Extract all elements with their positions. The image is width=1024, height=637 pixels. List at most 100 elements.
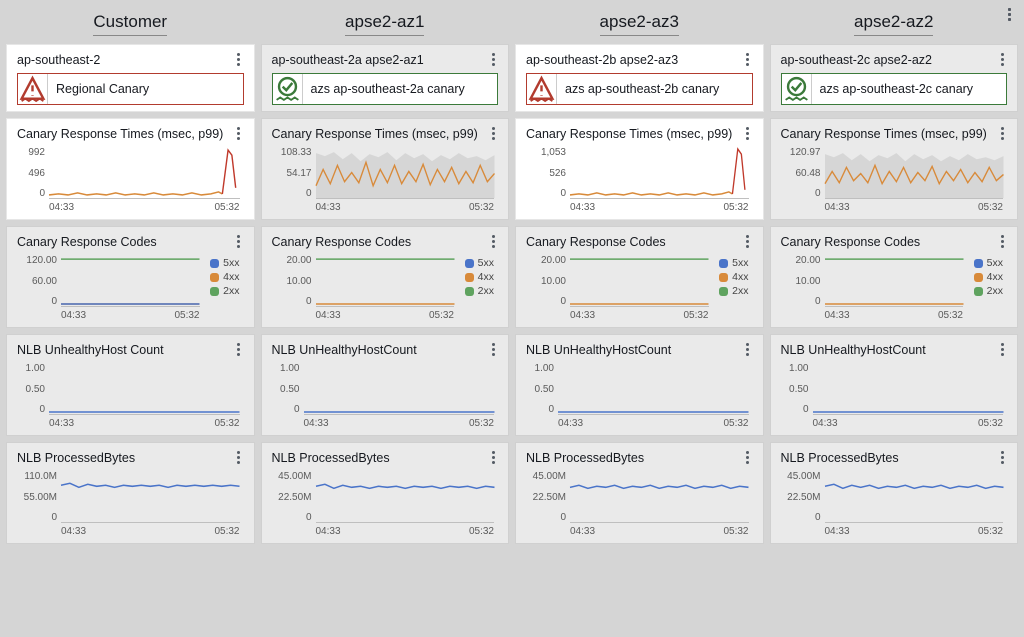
chart[interactable]: 45.00M22.50M0 04:3305:32 (781, 471, 1008, 537)
y-tick: 45.00M (272, 471, 312, 482)
chart[interactable]: 1.000.500 04:3305:32 (272, 363, 499, 429)
kebab-icon[interactable] (995, 450, 1009, 464)
chart[interactable]: 20.0010.000 5xx 4xx 2xx 04:3305:32 (781, 255, 1008, 321)
x-tick: 04:33 (570, 526, 595, 537)
y-tick: 20.00 (272, 255, 312, 266)
chart-panel-response-times: Canary Response Times (msec, p99) 992496… (6, 118, 255, 220)
kebab-icon[interactable] (486, 126, 500, 140)
y-tick: 60.48 (781, 168, 821, 179)
legend-swatch-icon (210, 273, 219, 282)
x-tick: 05:32 (214, 526, 239, 537)
kebab-icon[interactable] (995, 52, 1009, 66)
chart[interactable]: 45.00M22.50M0 04:3305:32 (526, 471, 753, 537)
y-tick: 22.50M (272, 492, 312, 503)
kebab-icon[interactable] (741, 126, 755, 140)
chart-panel-unhealthy: NLB UnhealthyHost Count 1.000.500 04:330… (6, 334, 255, 436)
x-tick: 05:32 (978, 418, 1003, 429)
x-tick: 05:32 (723, 202, 748, 213)
kebab-icon[interactable] (486, 52, 500, 66)
x-tick: 04:33 (825, 310, 850, 321)
chart[interactable]: 120.9760.480 04:3305:32 (781, 147, 1008, 213)
status-panel: ap-southeast-2 Regional Canary (6, 44, 255, 112)
panel-title: ap-southeast-2c apse2-az2 (781, 53, 1008, 67)
legend-label: 5xx (987, 257, 1003, 269)
x-tick: 04:33 (316, 310, 341, 321)
chart[interactable]: 120.0060.000 5xx 4xx 2xx 04:3305:32 (17, 255, 244, 321)
chart-panel-bytes: NLB ProcessedBytes 45.00M22.50M0 04:3305… (515, 442, 764, 544)
kebab-icon[interactable] (232, 52, 246, 66)
chart[interactable]: 20.0010.000 5xx 4xx 2xx 04:3305:32 (526, 255, 753, 321)
chart-panel-unhealthy: NLB UnHealthyHostCount 1.000.500 04:3305… (261, 334, 510, 436)
chart[interactable]: 20.0010.000 5xx 4xx 2xx 04:3305:32 (272, 255, 499, 321)
status-box[interactable]: azs ap-southeast-2b canary (526, 73, 753, 105)
kebab-icon[interactable] (486, 450, 500, 464)
x-tick: 05:32 (723, 418, 748, 429)
legend-swatch-icon (719, 259, 728, 268)
chart[interactable]: 1.000.500 04:3305:32 (17, 363, 244, 429)
legend-label: 5xx (478, 257, 494, 269)
kebab-icon[interactable] (995, 342, 1009, 356)
kebab-icon[interactable] (232, 234, 246, 248)
kebab-icon[interactable] (232, 450, 246, 464)
kebab-icon[interactable] (232, 126, 246, 140)
y-tick: 54.17 (272, 168, 312, 179)
x-tick: 05:32 (978, 202, 1003, 213)
panel-title: Canary Response Codes (272, 235, 499, 249)
status-label: Regional Canary (48, 74, 243, 104)
status-box[interactable]: azs ap-southeast-2a canary (272, 73, 499, 105)
kebab-icon[interactable] (995, 234, 1009, 248)
panel-title: Canary Response Times (msec, p99) (526, 127, 753, 141)
kebab-icon[interactable] (741, 342, 755, 356)
y-tick: 10.00 (781, 276, 821, 287)
column-title: apse2-az1 (345, 12, 424, 36)
y-tick: 0 (781, 188, 821, 199)
chart-panel-bytes: NLB ProcessedBytes 45.00M22.50M0 04:3305… (770, 442, 1019, 544)
status-label: azs ap-southeast-2c canary (812, 74, 1007, 104)
chart[interactable]: 108.3354.170 04:3305:32 (272, 147, 499, 213)
chart[interactable]: 9924960 04:3305:32 (17, 147, 244, 213)
status-box[interactable]: azs ap-southeast-2c canary (781, 73, 1008, 105)
x-tick: 04:33 (316, 202, 341, 213)
panel-title: Canary Response Times (msec, p99) (781, 127, 1008, 141)
panel-title: NLB ProcessedBytes (781, 451, 1008, 465)
kebab-icon[interactable] (741, 450, 755, 464)
panel-title: NLB UnHealthyHostCount (526, 343, 753, 357)
y-tick: 10.00 (272, 276, 312, 287)
status-box[interactable]: Regional Canary (17, 73, 244, 105)
legend-swatch-icon (465, 259, 474, 268)
legend-label: 4xx (223, 271, 239, 283)
y-tick: 1.00 (526, 363, 554, 374)
x-tick: 04:33 (316, 526, 341, 537)
panel-title: NLB ProcessedBytes (272, 451, 499, 465)
legend-label: 4xx (987, 271, 1003, 283)
legend-label: 5xx (223, 257, 239, 269)
chart-panel-response-codes: Canary Response Codes 120.0060.000 5xx 4… (6, 226, 255, 328)
x-tick: 04:33 (570, 202, 595, 213)
chart[interactable]: 1,0535260 04:3305:32 (526, 147, 753, 213)
x-tick: 05:32 (469, 202, 494, 213)
chart[interactable]: 1.000.500 04:3305:32 (526, 363, 753, 429)
x-tick: 05:32 (683, 310, 708, 321)
chart[interactable]: 1.000.500 04:3305:32 (781, 363, 1008, 429)
kebab-icon[interactable] (741, 234, 755, 248)
y-tick: 0.50 (272, 384, 300, 395)
kebab-icon[interactable] (232, 342, 246, 356)
kebab-icon[interactable] (1002, 7, 1016, 21)
y-tick: 120.97 (781, 147, 821, 158)
panel-title: Canary Response Codes (17, 235, 244, 249)
kebab-icon[interactable] (741, 52, 755, 66)
legend-label: 2xx (478, 285, 494, 297)
status-label: azs ap-southeast-2a canary (303, 74, 498, 104)
y-tick: 1.00 (781, 363, 809, 374)
chart[interactable]: 110.0M55.00M0 04:3305:32 (17, 471, 244, 537)
y-tick: 0.50 (526, 384, 554, 395)
kebab-icon[interactable] (995, 126, 1009, 140)
y-tick: 20.00 (781, 255, 821, 266)
chart[interactable]: 45.00M22.50M0 04:3305:32 (272, 471, 499, 537)
y-tick: 45.00M (526, 471, 566, 482)
alarm-icon (18, 74, 48, 104)
kebab-icon[interactable] (486, 234, 500, 248)
panel-title: ap-southeast-2b apse2-az3 (526, 53, 753, 67)
y-tick: 0.50 (781, 384, 809, 395)
kebab-icon[interactable] (486, 342, 500, 356)
